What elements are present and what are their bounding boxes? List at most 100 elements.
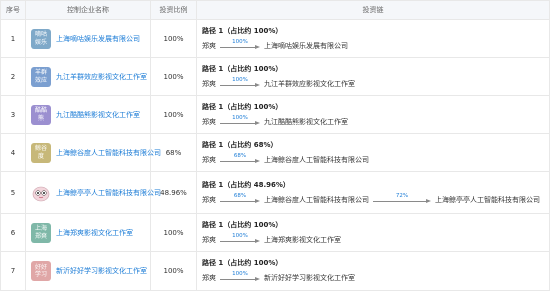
investment-ratio: 100% [151, 96, 197, 133]
table-row: 5 上海鲸亭亭人工智能科技有限公司 48.96% 路径 1（占比约 48.96%） 郑爽… [0, 172, 550, 214]
company-logo: 嘀咕 娱乐 [31, 28, 51, 49]
chain-company-link[interactable]: 九江羊群效应影视文化工作室 [264, 79, 355, 89]
path-title: 路径 1（占比约 100%） [202, 26, 283, 35]
company-link[interactable]: 上海鲸谷度人工智能科技有限公司 [56, 148, 161, 158]
header-company: 控制企业名称 [26, 1, 151, 19]
company-link[interactable]: 九江羊群效应影视文化工作室 [56, 72, 147, 82]
chain-percent: 72% [395, 192, 409, 199]
company-link[interactable]: 九江酷酷熊影视文化工作室 [56, 110, 140, 120]
shareholder-name: 郑爽 [202, 79, 216, 88]
shareholder-name: 郑爽 [202, 117, 216, 126]
company-link[interactable]: 新沂好好学习影视文化工作室 [56, 266, 147, 276]
chain-arrow: 100% [220, 38, 260, 52]
chain-arrow: 68% [220, 192, 260, 206]
chain-percent: 100% [232, 114, 248, 121]
chain-percent: 100% [232, 232, 248, 239]
investment-ratio: 48.96% [151, 172, 197, 213]
arrow-head-icon [255, 158, 260, 163]
investment-ratio: 68% [151, 134, 197, 171]
table-row: 6 上海 郑爽 上海郑爽影视文化工作室 100% 路径 1（占比约 100%） 郑爽 100… [0, 214, 550, 252]
investment-chain: 路径 1（占比约 68%） 郑爽 68% 上海鲸谷度人工智能科技有限公司 [197, 134, 550, 171]
company-cell: 酷酷 熊九江酷酷熊影视文化工作室 [26, 96, 151, 133]
path-title: 路径 1（占比约 100%） [202, 102, 283, 111]
arrow-line [220, 240, 256, 242]
investment-chain: 路径 1（占比约 100%） 郑爽 100% 上海嘀咕娱乐发展有限公司 [197, 20, 550, 57]
chain-path: 郑爽 100% 上海郑爽影视文化工作室 [202, 232, 341, 246]
row-index: 5 [0, 172, 26, 213]
chain-path: 郑爽 100% 新沂好好学习影视文化工作室 [202, 271, 355, 284]
company-link[interactable]: 上海嘀咕娱乐发展有限公司 [56, 34, 140, 44]
holdings-table: 序号 控制企业名称 投资比例 投资链 1 嘀咕 娱乐 上海嘀咕娱乐发展有限公司 100… [0, 0, 550, 291]
arrow-head-icon [255, 82, 260, 87]
chain-company-link[interactable]: 九江酷酷熊影视文化工作室 [264, 117, 348, 127]
chain-company-link[interactable]: 上海嘀咕娱乐发展有限公司 [264, 41, 348, 51]
company-link[interactable]: 上海郑爽影视文化工作室 [56, 228, 133, 238]
chain-company-link[interactable]: 新沂好好学习影视文化工作室 [264, 273, 355, 283]
chain-arrow: 100% [220, 114, 260, 128]
row-index: 1 [0, 20, 26, 57]
row-index: 7 [0, 252, 26, 290]
company-cell: 羊群 效应 九江羊群效应影视文化工作室 [26, 58, 151, 95]
shareholder-name: 郑爽 [202, 195, 216, 204]
investment-chain: 路径 1（占比约 100%） 郑爽 100% 上海郑爽影视文化工作室 [197, 214, 550, 251]
arrow-line [220, 46, 256, 48]
chain-percent: 100% [232, 76, 248, 83]
chain-percent: 100% [232, 271, 248, 277]
row-index: 4 [0, 134, 26, 171]
company-cell: 上海 郑爽 上海郑爽影视文化工作室 [26, 214, 151, 251]
chain-arrow: 100% [220, 271, 260, 284]
arrow-head-icon [255, 277, 260, 281]
shareholder-name: 郑爽 [202, 274, 216, 282]
path-title: 路径 1（占比约 48.96%） [202, 180, 290, 189]
investment-chain: 路径 1（占比约 48.96%） 郑爽 68% 上海鲸谷度人工智能科技有限公司 72% 上… [197, 172, 550, 213]
arrow-head-icon [255, 120, 260, 125]
investment-ratio: 100% [151, 252, 197, 290]
table-row: 1 嘀咕 娱乐 上海嘀咕娱乐发展有限公司 100% 路径 1（占比约 100%） 郑爽 10… [0, 20, 550, 58]
chain-path: 郑爽 68% 上海鲸谷度人工智能科技有限公司 72% 上海鲸亭亭人工智能科技有限公司 [202, 192, 540, 206]
header-index: 序号 [0, 1, 26, 19]
cartoon-logo-icon [31, 182, 51, 203]
arrow-line [220, 160, 256, 162]
arrow-head-icon [255, 238, 260, 243]
investment-chain: 路径 1（占比约 100%） 郑爽 100% 新沂好好学习影视文化工作室 [197, 252, 550, 290]
path-title: 路径 1（占比约 100%） [202, 64, 283, 73]
chain-arrow: 68% [220, 152, 260, 166]
company-logo: 上海 郑爽 [31, 222, 51, 243]
path-title: 路径 1（占比约 68%） [202, 140, 278, 149]
header-ratio: 投资比例 [151, 1, 197, 19]
shareholder-name: 郑爽 [202, 235, 216, 244]
chain-path: 郑爽 100% 九江酷酷熊影视文化工作室 [202, 114, 348, 128]
arrow-line [220, 279, 256, 280]
chain-percent: 68% [233, 152, 247, 159]
chain-percent: 68% [233, 192, 247, 199]
company-logo: 酷酷 熊 [31, 104, 51, 125]
table-row: 2 羊群 效应 九江羊群效应影视文化工作室 100% 路径 1（占比约 100%） 郑爽 1… [0, 58, 550, 96]
chain-arrow: 100% [220, 76, 260, 90]
investment-chain: 路径 1（占比约 100%） 郑爽 100% 九江羊群效应影视文化工作室 [197, 58, 550, 95]
company-cell: 嘀咕 娱乐 上海嘀咕娱乐发展有限公司 [26, 20, 151, 57]
arrow-line [220, 84, 256, 86]
header-chain: 投资链 [197, 1, 550, 19]
table-row: 3 酷酷 熊九江酷酷熊影视文化工作室 100% 路径 1（占比约 100%） 郑爽 100… [0, 96, 550, 134]
investment-ratio: 100% [151, 20, 197, 57]
table-header: 序号 控制企业名称 投资比例 投资链 [0, 0, 550, 20]
chain-company-link[interactable]: 上海鲸谷度人工智能科技有限公司 [264, 155, 369, 165]
investment-chain: 路径 1（占比约 100%） 郑爽 100% 九江酷酷熊影视文化工作室 [197, 96, 550, 133]
chain-company-link[interactable]: 上海鲸亭亭人工智能科技有限公司 [435, 195, 540, 205]
investment-ratio: 100% [151, 58, 197, 95]
company-link[interactable]: 上海鲸亭亭人工智能科技有限公司 [56, 188, 161, 198]
chain-path: 郑爽 68% 上海鲸谷度人工智能科技有限公司 [202, 152, 369, 166]
shareholder-name: 郑爽 [202, 41, 216, 50]
company-logo: 好好 学习 [31, 261, 51, 281]
chain-arrow: 72% [373, 192, 431, 206]
chain-company-link[interactable]: 上海鲸谷度人工智能科技有限公司 [264, 195, 369, 205]
company-logo: 鲸谷 度 [31, 142, 51, 163]
chain-path: 郑爽 100% 上海嘀咕娱乐发展有限公司 [202, 38, 348, 52]
arrow-head-icon [255, 198, 260, 203]
shareholder-name: 郑爽 [202, 155, 216, 164]
chain-company-link[interactable]: 上海郑爽影视文化工作室 [264, 235, 341, 245]
chain-path: 郑爽 100% 九江羊群效应影视文化工作室 [202, 76, 355, 90]
chain-percent: 100% [232, 38, 248, 45]
table-row: 4 鲸谷 度上海鲸谷度人工智能科技有限公司 68% 路径 1（占比约 68%） 郑爽 68… [0, 134, 550, 172]
company-cell: 好好 学习 新沂好好学习影视文化工作室 [26, 252, 151, 290]
